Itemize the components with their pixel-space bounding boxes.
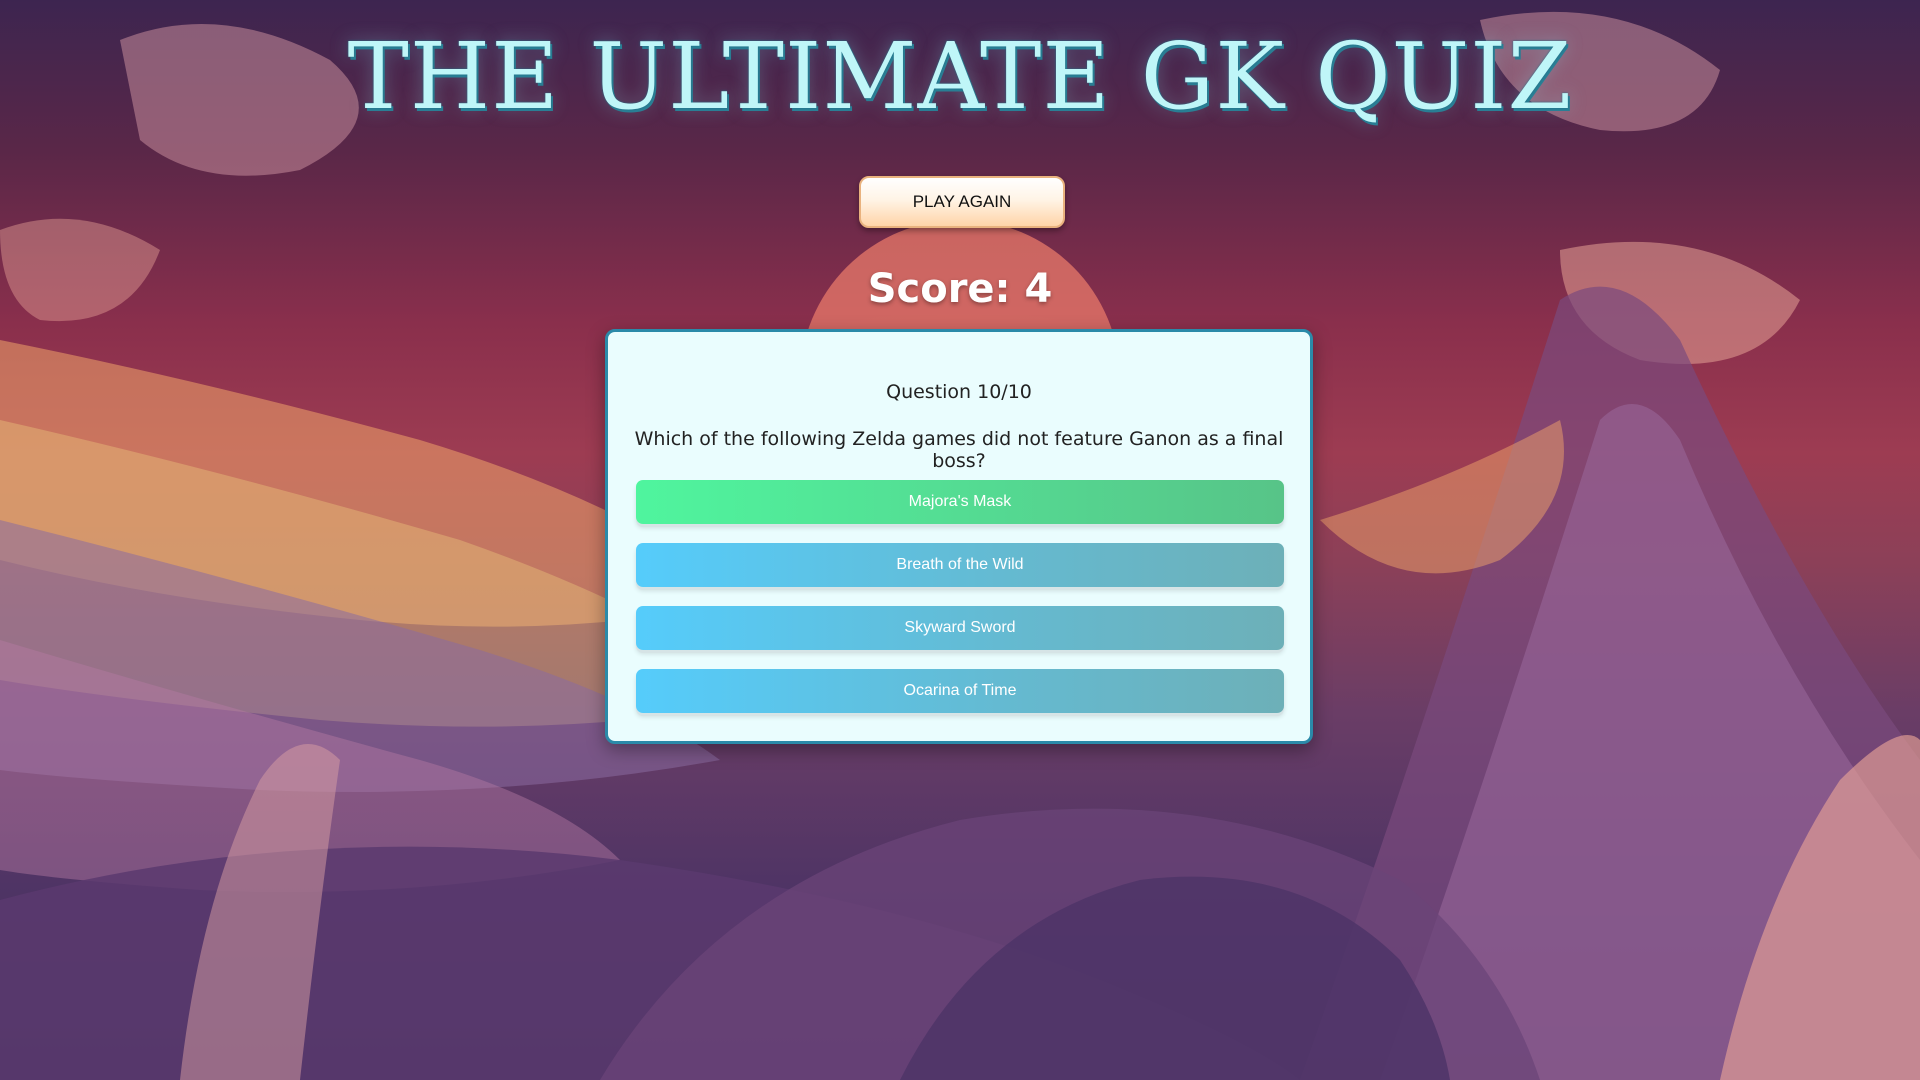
play-again-button[interactable]: PLAY AGAIN — [859, 176, 1065, 228]
answer-option-skyward-sword[interactable]: Skyward Sword — [636, 606, 1284, 650]
question-card: Question 10/10 Which of the following Ze… — [605, 329, 1313, 744]
answer-options: Majora's Mask Breath of the Wild Skyward… — [636, 480, 1284, 732]
question-number: Question 10/10 — [886, 381, 1032, 403]
answer-option-breath-of-the-wild[interactable]: Breath of the Wild — [636, 543, 1284, 587]
answer-option-ocarina-of-time[interactable]: Ocarina of Time — [636, 669, 1284, 713]
question-text: Which of the following Zelda games did n… — [634, 428, 1284, 472]
answer-option-majoras-mask[interactable]: Majora's Mask — [636, 480, 1284, 524]
score-display: Score: 4 — [867, 266, 1053, 312]
page-title: THE ULTIMATE GK QUIZ — [347, 23, 1573, 130]
